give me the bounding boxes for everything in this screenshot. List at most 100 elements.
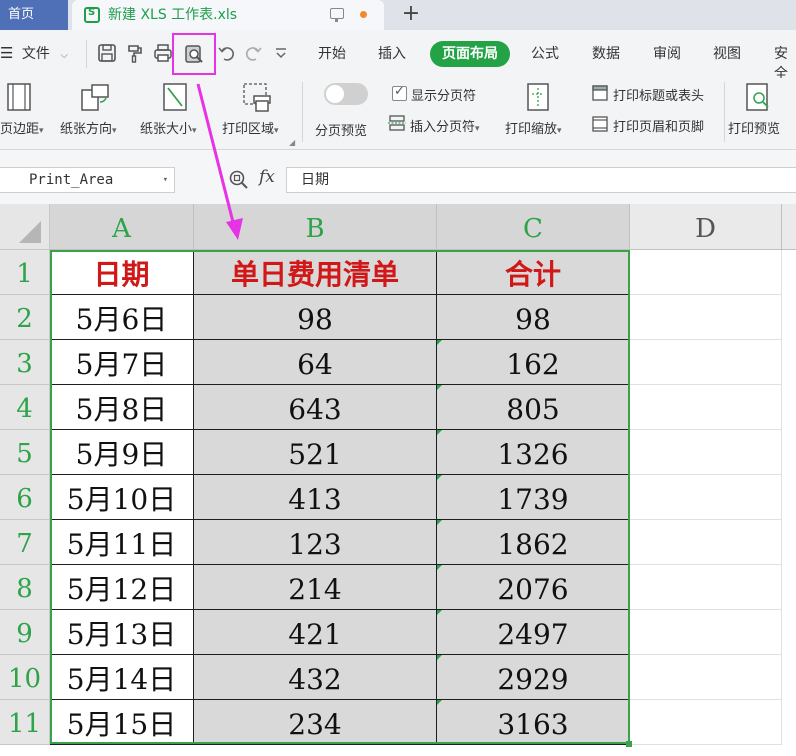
table-cell[interactable]: 98 [194, 295, 437, 340]
table-cell[interactable]: 5月15日 [50, 700, 194, 745]
row-header-11[interactable]: 11 [0, 700, 50, 745]
row-header-8[interactable]: 8 [0, 565, 50, 610]
empty-cell[interactable] [630, 475, 782, 520]
tab-data[interactable]: 数据 [592, 43, 620, 63]
tab-security[interactable]: 安全 [774, 43, 796, 83]
table-cell[interactable]: 234 [194, 700, 437, 745]
print-scale-button[interactable]: 打印缩放▾ [505, 118, 562, 137]
show-page-breaks-checkbox[interactable] [392, 84, 407, 101]
table-cell[interactable]: 5月12日 [50, 565, 194, 610]
insert-page-break-icon[interactable] [388, 114, 406, 136]
table-cell[interactable]: 162 [437, 340, 630, 385]
margins-icon[interactable] [6, 82, 34, 116]
table-cell[interactable]: 805 [437, 385, 630, 430]
chevron-down-icon[interactable]: ▾ [163, 168, 168, 192]
row-header-2[interactable]: 2 [0, 295, 50, 340]
column-header-a[interactable]: A [50, 204, 194, 250]
orientation-icon[interactable] [80, 82, 112, 116]
empty-cell[interactable] [630, 700, 782, 745]
tab-review[interactable]: 审阅 [653, 43, 681, 63]
header-cell[interactable]: 单日费用清单 [194, 250, 437, 295]
empty-cell[interactable] [630, 340, 782, 385]
table-cell[interactable]: 3163 [437, 700, 630, 745]
empty-cell[interactable] [630, 295, 782, 340]
customize-toolbar-button[interactable] [270, 42, 292, 64]
table-cell[interactable]: 5月8日 [50, 385, 194, 430]
fill-handle[interactable] [626, 741, 632, 747]
empty-cell[interactable] [630, 385, 782, 430]
row-header-3[interactable]: 3 [0, 340, 50, 385]
empty-cell[interactable] [630, 610, 782, 655]
print-titles-label[interactable]: 打印标题或表头 [613, 85, 704, 104]
print-preview-quick-button[interactable] [183, 43, 205, 65]
tab-page-layout[interactable]: 页面布局 [430, 41, 510, 67]
insert-page-break-button[interactable]: 插入分页符▾ [410, 116, 480, 135]
table-cell[interactable]: 214 [194, 565, 437, 610]
column-header-d[interactable]: D [630, 204, 782, 250]
print-preview-large-icon[interactable] [745, 82, 773, 116]
table-cell[interactable]: 1862 [437, 520, 630, 565]
tab-home-menu[interactable]: 开始 [318, 43, 346, 63]
insert-function-button[interactable]: fx [259, 167, 275, 187]
empty-cell[interactable] [630, 430, 782, 475]
row-header-4[interactable]: 4 [0, 385, 50, 430]
print-area-button[interactable]: 打印区域▾ [222, 118, 279, 137]
empty-cell[interactable] [630, 250, 782, 295]
row-header-5[interactable]: 5 [0, 430, 50, 475]
table-cell[interactable]: 1739 [437, 475, 630, 520]
column-header-e[interactable] [782, 204, 796, 250]
table-cell[interactable]: 5月7日 [50, 340, 194, 385]
table-cell[interactable]: 5月6日 [50, 295, 194, 340]
column-header-c[interactable]: C [437, 204, 630, 250]
table-cell[interactable]: 5月14日 [50, 655, 194, 700]
page-break-preview-toggle[interactable] [324, 83, 368, 105]
file-menu[interactable]: ☰ 文件 ⌵ [0, 43, 68, 63]
print-scale-icon[interactable] [526, 82, 552, 116]
print-preview-label[interactable]: 打印预览 [728, 118, 780, 137]
table-cell[interactable]: 643 [194, 385, 437, 430]
table-cell[interactable]: 421 [194, 610, 437, 655]
table-cell[interactable]: 432 [194, 655, 437, 700]
table-cell[interactable]: 1326 [437, 430, 630, 475]
select-all-corner[interactable] [0, 204, 50, 250]
row-header-7[interactable]: 7 [0, 520, 50, 565]
table-cell[interactable]: 2076 [437, 565, 630, 610]
table-cell[interactable]: 2497 [437, 610, 630, 655]
header-cell[interactable]: 日期 [50, 250, 194, 295]
save-button[interactable] [96, 42, 118, 64]
new-tab-button[interactable]: + [400, 0, 422, 30]
row-header-10[interactable]: 10 [0, 655, 50, 700]
table-cell[interactable]: 98 [437, 295, 630, 340]
paper-size-icon[interactable] [162, 82, 190, 116]
table-cell[interactable]: 64 [194, 340, 437, 385]
dialog-launcher-icon[interactable]: ◢ [289, 138, 295, 147]
table-cell[interactable]: 5月10日 [50, 475, 194, 520]
redo-button[interactable] [242, 42, 264, 64]
table-cell[interactable]: 5月13日 [50, 610, 194, 655]
print-button[interactable] [152, 42, 174, 64]
format-painter-button[interactable] [124, 42, 146, 64]
table-cell[interactable]: 123 [194, 520, 437, 565]
tab-view[interactable]: 视图 [713, 43, 741, 63]
header-cell[interactable]: 合计 [437, 250, 630, 295]
print-header-footer-label[interactable]: 打印页眉和页脚 [613, 116, 704, 135]
print-titles-icon[interactable] [591, 84, 609, 106]
row-header-1[interactable]: 1 [0, 250, 50, 295]
row-header-6[interactable]: 6 [0, 475, 50, 520]
table-cell[interactable]: 2929 [437, 655, 630, 700]
column-header-b[interactable]: B [194, 204, 437, 250]
formula-input[interactable]: 日期 [286, 167, 796, 193]
empty-cell[interactable] [630, 565, 782, 610]
table-cell[interactable]: 521 [194, 430, 437, 475]
table-cell[interactable]: 5月9日 [50, 430, 194, 475]
table-cell[interactable]: 5月11日 [50, 520, 194, 565]
tab-home[interactable]: 首页 [0, 0, 68, 30]
margins-button[interactable]: 页边距▾ [0, 118, 44, 137]
row-header-9[interactable]: 9 [0, 610, 50, 655]
empty-cell[interactable] [630, 655, 782, 700]
orientation-button[interactable]: 纸张方向▾ [60, 118, 117, 137]
tab-formulas[interactable]: 公式 [531, 43, 559, 63]
undo-button[interactable] [216, 42, 238, 64]
tab-insert[interactable]: 插入 [378, 43, 406, 63]
paper-size-button[interactable]: 纸张大小▾ [140, 118, 197, 137]
